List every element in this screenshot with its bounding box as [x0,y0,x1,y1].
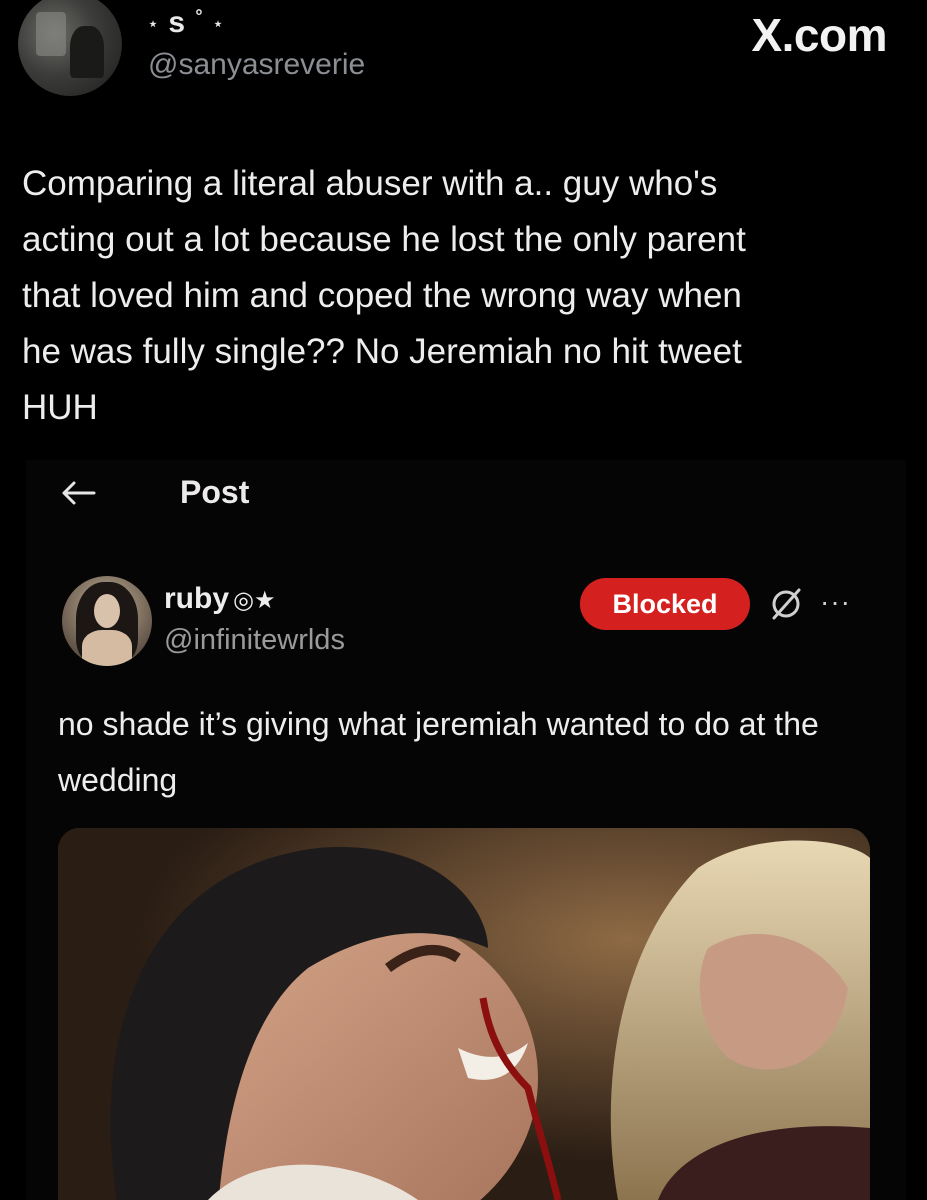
star-glyph: ⋆ [148,16,160,34]
media-illustration [58,828,870,1200]
blocked-button[interactable]: Blocked [580,578,750,630]
page-title: Post [180,474,250,510]
mute-icon[interactable] [766,584,806,624]
display-name-letter: s [168,6,187,39]
avatar-face [94,594,120,628]
author-name[interactable]: ruby ◎★ [164,582,275,616]
outer-handle[interactable]: @sanyasreverie [148,48,365,82]
post-media-image[interactable] [58,828,870,1200]
author-name-text: ruby [164,582,230,615]
avatar-body [82,630,132,666]
outer-avatar[interactable] [18,0,122,96]
avatar-photo-figure [70,26,104,78]
author-avatar[interactable] [62,576,152,666]
embedded-post-text: no shade it’s giving what jeremiah wante… [58,706,819,798]
avatar-photo-detail [36,12,66,56]
author-handle[interactable]: @infinitewrlds [164,624,345,657]
star-glyph-2: ⋆ [212,16,224,34]
more-icon[interactable]: ··· [820,586,851,618]
back-arrow-icon[interactable] [60,478,96,508]
outer-display-name[interactable]: ⋆ s ° ⋆ [148,6,224,40]
degree-glyph: ° [195,6,204,26]
x-logo-brand: X.com [751,9,887,61]
name-emoji-icons: ◎★ [233,587,276,614]
embedded-post-screenshot: Post ruby ◎★ @infinitewrlds Blocked ··· n… [26,460,906,1200]
outer-tweet-text: Comparing a literal abuser with a.. guy … [22,164,746,427]
